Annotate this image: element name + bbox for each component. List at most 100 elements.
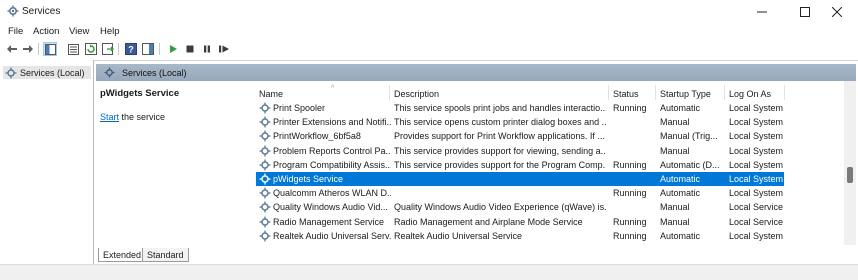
- help-button[interactable]: ?: [124, 42, 138, 56]
- cell-name: PrintWorkflow_6bf5a8: [273, 131, 361, 142]
- forward-arrow-icon: [23, 45, 33, 53]
- service-gear-icon: [259, 130, 271, 142]
- vertical-scrollbar[interactable]: [844, 81, 856, 245]
- table-row[interactable]: Quality Windows Audio Vid... Quality Wind…: [256, 200, 784, 214]
- table-row[interactable]: pWidgets Service Automatic Local System: [256, 172, 784, 186]
- service-gear-icon: [259, 187, 271, 199]
- sort-up-icon: ^: [331, 85, 335, 92]
- show-hide-console-tree-button[interactable]: [43, 42, 57, 56]
- services-gear-icon: [5, 67, 17, 78]
- column-header-name[interactable]: Name ^: [259, 85, 334, 102]
- help-icon: ?: [125, 43, 137, 55]
- service-gear-icon: [259, 116, 271, 128]
- toolbar-separator: [118, 43, 119, 55]
- column-header-label: Name: [259, 88, 284, 99]
- service-gear-icon: [259, 216, 271, 228]
- table-row[interactable]: Printer Extensions and Notifi... This ser…: [256, 115, 784, 129]
- column-divider[interactable]: [724, 85, 725, 100]
- service-gear-icon: [259, 102, 271, 114]
- pause-service-button[interactable]: [200, 42, 214, 56]
- menu-help[interactable]: Help: [100, 26, 120, 37]
- table-row[interactable]: Radio Management Service Radio Management…: [256, 215, 784, 229]
- cell-logon: Local System: [729, 103, 783, 113]
- table-row[interactable]: PrintWorkflow_6bf5a8 Provides support for…: [256, 129, 784, 143]
- cell-description: This service provides support for viewin…: [394, 145, 606, 156]
- column-header-startup-type[interactable]: Startup Type: [660, 85, 711, 102]
- cell-logon: Local System: [729, 188, 783, 199]
- cell-logon: Local System: [729, 145, 783, 156]
- column-divider[interactable]: [655, 85, 656, 100]
- minimize-button[interactable]: [740, 0, 784, 24]
- tree-item-services-local[interactable]: Services (Local): [3, 66, 91, 79]
- pane-header-title: Services (Local): [122, 68, 187, 78]
- menu-file[interactable]: File: [8, 26, 23, 37]
- stop-service-button[interactable]: [183, 42, 197, 56]
- forward-button[interactable]: [21, 42, 35, 56]
- service-gear-icon: [259, 145, 271, 157]
- tree-item-label: Services (Local): [20, 67, 85, 78]
- column-divider[interactable]: [608, 85, 609, 100]
- scrollbar-thumb[interactable]: [847, 167, 853, 183]
- cell-name: Printer Extensions and Notifi...: [273, 117, 391, 128]
- cell-startup: Automatic: [660, 188, 701, 199]
- service-action-text: Start the service: [100, 112, 165, 122]
- start-service-link[interactable]: Start: [100, 112, 119, 122]
- selected-service-name: pWidgets Service: [100, 88, 180, 99]
- cell-startup: Manual: [660, 145, 690, 156]
- cell-startup: Automatic: [660, 230, 701, 241]
- menu-view[interactable]: View: [69, 26, 89, 37]
- export-list-icon: [102, 43, 114, 55]
- column-header-log-on-as[interactable]: Log On As: [729, 85, 771, 102]
- window-title: Services: [22, 6, 61, 17]
- column-header-description[interactable]: Description: [394, 85, 439, 102]
- cell-description: Quality Windows Audio Video Experience (…: [394, 202, 606, 213]
- cell-description: This service spools print jobs and handl…: [394, 103, 606, 113]
- restart-service-button[interactable]: [217, 42, 231, 56]
- table-row[interactable]: Program Compatibility Assis... This servi…: [256, 158, 784, 172]
- table-row[interactable]: Problem Reports Control Pa... This servic…: [256, 144, 784, 158]
- table-row[interactable]: Qualcomm Atheros WLAN D... Running Automat…: [256, 186, 784, 200]
- back-button[interactable]: [5, 42, 19, 56]
- console-tree: [0, 60, 94, 280]
- show-action-pane-icon: [142, 43, 154, 55]
- column-divider[interactable]: [784, 85, 785, 100]
- cell-name: Program Compatibility Assis...: [273, 159, 391, 170]
- service-gear-icon: [259, 230, 271, 242]
- cell-logon: Local Service: [729, 202, 783, 213]
- tab-standard[interactable]: Standard: [142, 248, 189, 262]
- tab-extended[interactable]: Extended: [98, 248, 147, 262]
- cell-name: Problem Reports Control Pa...: [273, 145, 391, 156]
- cell-status: Running: [613, 230, 647, 241]
- start-service-button[interactable]: [166, 42, 180, 56]
- service-gear-icon: [259, 201, 271, 213]
- properties-icon: [67, 43, 79, 55]
- services-list: Name ^ Description Status Startup Type Lo…: [248, 81, 844, 245]
- export-list-button[interactable]: [101, 42, 115, 56]
- show-action-pane-button[interactable]: [141, 42, 155, 56]
- svg-text:?: ?: [128, 45, 134, 55]
- cell-description: Realtek Audio Universal Service: [394, 230, 523, 241]
- close-button[interactable]: [815, 0, 858, 24]
- cell-startup: Automatic: [660, 103, 701, 113]
- cell-logon: Local System: [729, 131, 783, 142]
- cell-startup: Manual: [660, 117, 690, 128]
- table-row[interactable]: Realtek Audio Universal Serv... Realtek A…: [256, 229, 784, 243]
- cell-status: Running: [613, 188, 647, 199]
- menu-action[interactable]: Action: [33, 26, 59, 37]
- refresh-icon: [85, 43, 97, 55]
- cell-name: Qualcomm Atheros WLAN D...: [273, 188, 391, 199]
- cell-logon: Local System: [729, 117, 783, 128]
- cell-status: Running: [613, 159, 647, 170]
- cell-startup: Manual: [660, 202, 690, 213]
- cell-name: Quality Windows Audio Vid...: [273, 202, 388, 213]
- cell-startup: Manual: [660, 216, 690, 227]
- stop-icon: [186, 45, 194, 53]
- table-row[interactable]: Print Spooler This service spools print j…: [256, 101, 784, 115]
- maximize-icon: [800, 7, 810, 17]
- properties-button[interactable]: [66, 42, 80, 56]
- refresh-button[interactable]: [84, 42, 98, 56]
- column-divider[interactable]: [389, 85, 390, 100]
- toolbar-separator: [159, 43, 160, 55]
- cell-startup: Manual (Trig...: [660, 131, 718, 142]
- column-header-status[interactable]: Status: [613, 85, 639, 102]
